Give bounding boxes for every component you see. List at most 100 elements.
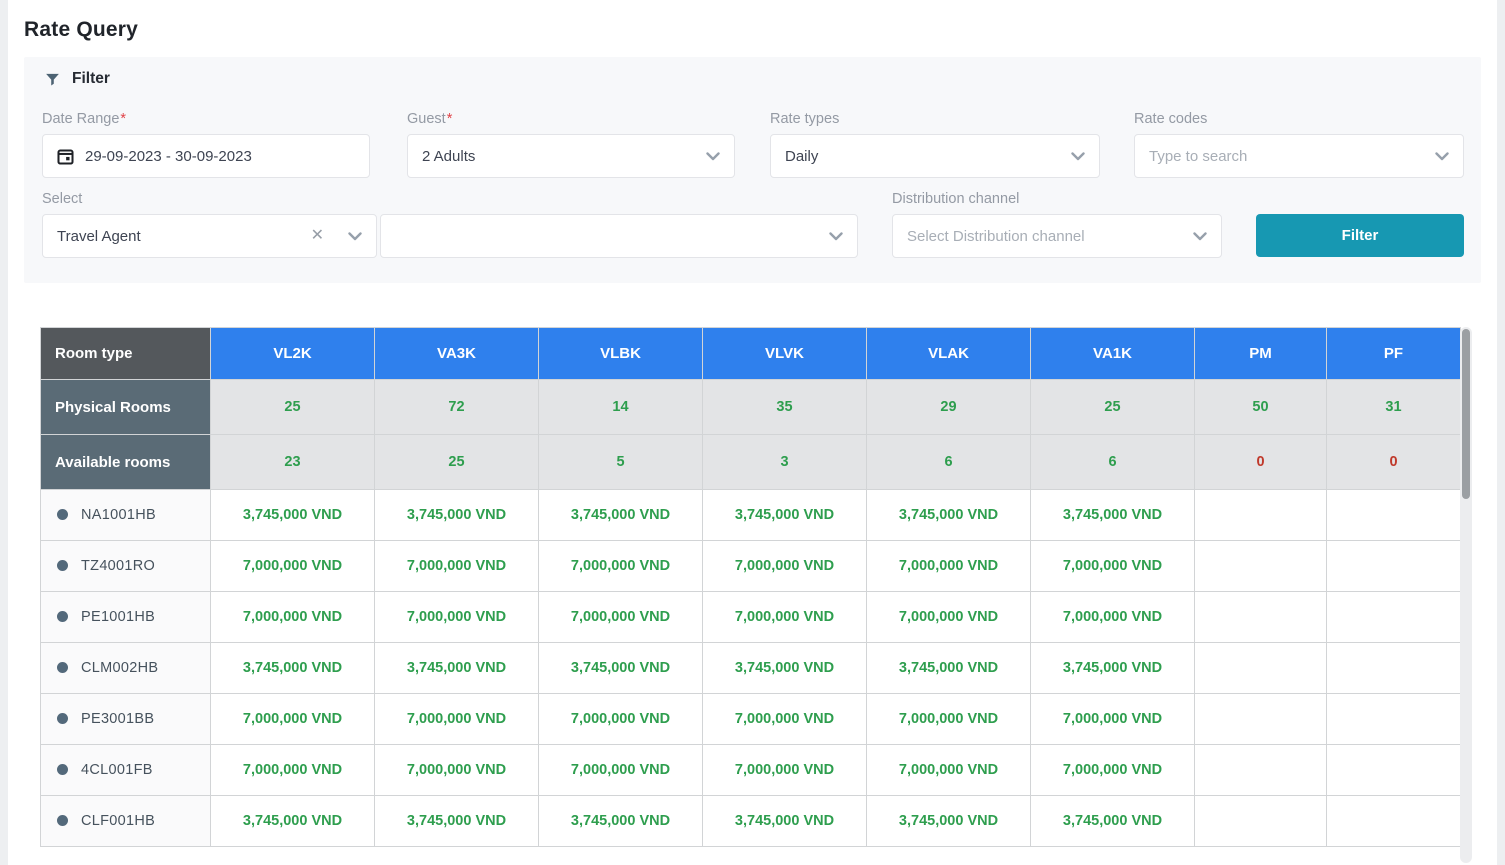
rate-value-cell: 7,000,000 VND xyxy=(1031,541,1195,592)
rate-value-cell: 7,000,000 VND xyxy=(703,592,867,643)
rate-value-cell: 3,745,000 VND xyxy=(211,796,375,847)
rate-codes-label: Rate codes xyxy=(1134,111,1207,127)
rate-value-cell: 7,000,000 VND xyxy=(867,694,1031,745)
summary-row-label: Available rooms xyxy=(41,435,211,490)
required-asterisk: * xyxy=(120,111,126,127)
funnel-icon xyxy=(44,71,61,88)
rate-code: PE1001HB xyxy=(81,609,155,625)
table-scrollbar-thumb[interactable] xyxy=(1462,329,1470,499)
guest-select[interactable]: 2 Adults xyxy=(407,134,735,178)
rate-value-cell: 3,745,000 VND xyxy=(867,643,1031,694)
date-range-input[interactable]: 29-09-2023 - 30-09-2023 xyxy=(42,134,370,178)
summary-value: 35 xyxy=(703,380,867,435)
empty-rate-cell xyxy=(1195,694,1327,745)
summary-value: 0 xyxy=(1195,435,1327,490)
select-dropdown[interactable]: Travel Agent ✕ xyxy=(42,214,377,258)
rate-row: TZ4001RO7,000,000 VND7,000,000 VND7,000,… xyxy=(41,541,1461,592)
select-value: Travel Agent xyxy=(57,228,311,245)
rate-value-cell: 7,000,000 VND xyxy=(211,541,375,592)
column-header-vl2k: VL2K xyxy=(211,328,375,380)
filter-header: Filter xyxy=(44,70,110,88)
rate-code-cell: CLM002HB xyxy=(41,643,211,694)
rate-codes-input[interactable] xyxy=(1149,148,1425,165)
rate-bullet-icon xyxy=(57,815,68,826)
column-header-pf: PF xyxy=(1327,328,1461,380)
rate-value-cell: 7,000,000 VND xyxy=(867,541,1031,592)
rate-code: CLF001HB xyxy=(81,813,155,829)
empty-rate-cell xyxy=(1195,541,1327,592)
rate-value-cell: 3,745,000 VND xyxy=(211,643,375,694)
rate-value-cell: 7,000,000 VND xyxy=(539,694,703,745)
rate-value-cell: 7,000,000 VND xyxy=(375,745,539,796)
guest-value: 2 Adults xyxy=(422,148,696,165)
empty-rate-cell xyxy=(1327,745,1461,796)
column-header-va3k: VA3K xyxy=(375,328,539,380)
calendar-icon xyxy=(57,148,74,165)
select-label: Select xyxy=(42,191,82,207)
rate-code: TZ4001RO xyxy=(81,558,155,574)
filter-panel: Filter Date Range* Guest* Rate types Rat… xyxy=(24,57,1481,283)
page-title: Rate Query xyxy=(24,18,138,42)
rate-value-cell: 3,745,000 VND xyxy=(703,796,867,847)
column-header-pm: PM xyxy=(1195,328,1327,380)
rate-table-container: Room type VL2KVA3KVLBKVLVKVLAKVA1KPMPF P… xyxy=(40,327,1476,847)
empty-rate-cell xyxy=(1327,541,1461,592)
rate-code-cell: NA1001HB xyxy=(41,490,211,541)
distribution-channel-label: Distribution channel xyxy=(892,191,1019,207)
column-header-va1k: VA1K xyxy=(1031,328,1195,380)
rate-code-cell: TZ4001RO xyxy=(41,541,211,592)
guest-label: Guest* xyxy=(407,111,452,127)
secondary-select[interactable] xyxy=(380,214,858,258)
rate-row: CLM002HB3,745,000 VND3,745,000 VND3,745,… xyxy=(41,643,1461,694)
empty-rate-cell xyxy=(1195,592,1327,643)
column-header-vlak: VLAK xyxy=(867,328,1031,380)
rate-row: PE3001BB7,000,000 VND7,000,000 VND7,000,… xyxy=(41,694,1461,745)
chevron-down-icon xyxy=(706,152,720,161)
rate-value-cell: 7,000,000 VND xyxy=(539,592,703,643)
rate-table: Room type VL2KVA3KVLBKVLVKVLAKVA1KPMPF P… xyxy=(40,327,1461,847)
rate-value-cell: 7,000,000 VND xyxy=(703,745,867,796)
rate-types-select[interactable]: Daily xyxy=(770,134,1100,178)
rate-code: NA1001HB xyxy=(81,507,156,523)
summary-value: 14 xyxy=(539,380,703,435)
chevron-down-icon xyxy=(1071,152,1085,161)
distribution-channel-placeholder: Select Distribution channel xyxy=(907,228,1183,245)
summary-value: 6 xyxy=(1031,435,1195,490)
rate-code-cell: CLF001HB xyxy=(41,796,211,847)
rate-value-cell: 3,745,000 VND xyxy=(375,643,539,694)
rate-value-cell: 3,745,000 VND xyxy=(1031,796,1195,847)
empty-rate-cell xyxy=(1327,490,1461,541)
rate-value-cell: 3,745,000 VND xyxy=(703,490,867,541)
summary-value: 25 xyxy=(211,380,375,435)
table-header-row: Room type VL2KVA3KVLBKVLVKVLAKVA1KPMPF xyxy=(41,328,1461,380)
content-card: Rate Query Filter Date Range* Guest* Rat… xyxy=(8,0,1497,865)
column-header-vlvk: VLVK xyxy=(703,328,867,380)
empty-rate-cell xyxy=(1195,490,1327,541)
rate-code-cell: 4CL001FB xyxy=(41,745,211,796)
rate-types-value: Daily xyxy=(785,148,1061,165)
empty-rate-cell xyxy=(1195,643,1327,694)
rate-value-cell: 3,745,000 VND xyxy=(375,490,539,541)
summary-value: 3 xyxy=(703,435,867,490)
rate-value-cell: 7,000,000 VND xyxy=(1031,745,1195,796)
summary-value: 29 xyxy=(867,380,1031,435)
rate-codes-field[interactable] xyxy=(1134,134,1464,178)
distribution-channel-select[interactable]: Select Distribution channel xyxy=(892,214,1222,258)
chevron-down-icon xyxy=(1435,152,1449,161)
summary-value: 25 xyxy=(375,435,539,490)
rate-bullet-icon xyxy=(57,764,68,775)
summary-row: Physical Rooms2572143529255031 xyxy=(41,380,1461,435)
rate-value-cell: 7,000,000 VND xyxy=(539,745,703,796)
table-scrollbar-track[interactable] xyxy=(1460,327,1472,863)
filter-submit-button[interactable]: Filter xyxy=(1256,214,1464,257)
clear-icon[interactable]: ✕ xyxy=(311,228,324,244)
rate-value-cell: 7,000,000 VND xyxy=(703,694,867,745)
empty-rate-cell xyxy=(1327,694,1461,745)
chevron-down-icon xyxy=(1193,232,1207,241)
rate-bullet-icon xyxy=(57,662,68,673)
rate-code: CLM002HB xyxy=(81,660,158,676)
rate-row: CLF001HB 3,745,000 VND 3,745,000 VND 3,745,… xyxy=(41,796,1461,847)
table-body: Physical Rooms2572143529255031Available … xyxy=(41,380,1461,847)
room-type-header: Room type xyxy=(41,328,211,380)
rate-row: NA1001HB3,745,000 VND3,745,000 VND3,745,… xyxy=(41,490,1461,541)
